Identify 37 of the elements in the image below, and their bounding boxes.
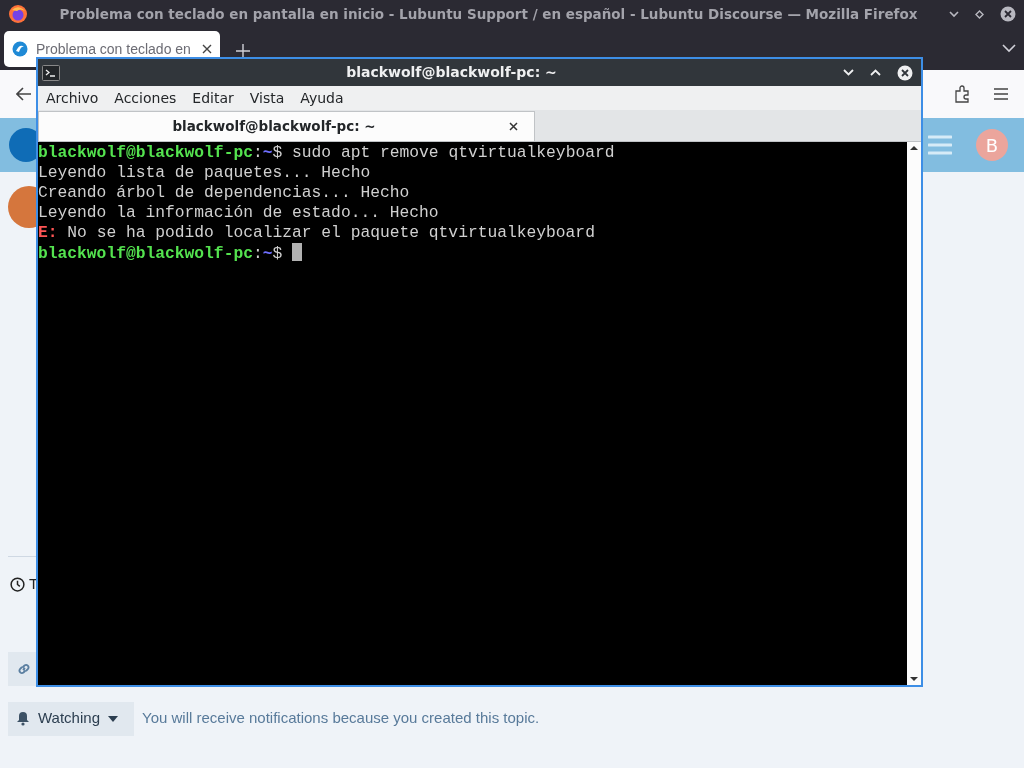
- firefox-logo-icon: [8, 4, 28, 24]
- terminal-line: Leyendo la información de estado... Hecho: [38, 203, 439, 222]
- scrollbar[interactable]: [907, 142, 921, 685]
- back-arrow-icon[interactable]: [16, 87, 32, 101]
- tab-label: blackwolf@blackwolf-pc: ~: [172, 118, 376, 135]
- caret-icon: [108, 715, 118, 722]
- puzzle-piece-icon[interactable]: [954, 85, 970, 103]
- site-logo-icon[interactable]: [8, 127, 38, 163]
- bell-icon: [16, 711, 30, 726]
- menu-item[interactable]: Archivo: [46, 87, 99, 109]
- maximize-icon[interactable]: [975, 9, 984, 19]
- terminal-title: blackwolf@blackwolf-pc: ~: [346, 64, 557, 80]
- close-icon[interactable]: [1000, 6, 1016, 22]
- close-icon[interactable]: [509, 122, 518, 131]
- close-icon[interactable]: [202, 44, 212, 54]
- terminal-line: blackwolf@blackwolf-pc:~$ sudo apt remove qtvirtualkeyboard: [38, 143, 615, 162]
- clock-icon: [10, 576, 25, 592]
- menu-item[interactable]: Editar: [192, 87, 234, 109]
- tab-label: Problema con teclado en: [36, 39, 192, 59]
- close-icon[interactable]: [897, 64, 913, 81]
- tab-list-icon[interactable]: [1002, 44, 1016, 53]
- menu-item[interactable]: Vista: [249, 87, 285, 109]
- notification-level-button[interactable]: Watching: [8, 701, 134, 736]
- terminal-icon: [42, 64, 60, 81]
- menu-item[interactable]: Ayuda: [300, 87, 344, 109]
- window-title: Problema con teclado en pantalla en inicio - Lubuntu Support / en español - Lubuntu Discourse — Mozilla Firefox: [59, 5, 918, 22]
- minimize-icon[interactable]: [949, 10, 959, 18]
- terminal-line: blackwolf@blackwolf-pc:~$: [38, 244, 284, 263]
- site-logo-icon: [12, 41, 28, 57]
- terminal-line: Leyendo lista de paquetes... Hecho: [38, 163, 371, 182]
- menu-item[interactable]: Acciones: [114, 87, 177, 109]
- new-tab-icon[interactable]: [236, 44, 250, 58]
- terminal-tab[interactable]: blackwolf@blackwolf-pc: ~: [38, 111, 535, 141]
- terminal-line: E: No se ha podido localizar el paquete qtvirtualkeyboard: [38, 223, 595, 242]
- terminal-line: Creando árbol de dependencias... Hecho: [38, 183, 410, 202]
- notification-text: You will receive notifications because you created this topic.: [142, 708, 540, 729]
- menu-icon[interactable]: [994, 88, 1008, 100]
